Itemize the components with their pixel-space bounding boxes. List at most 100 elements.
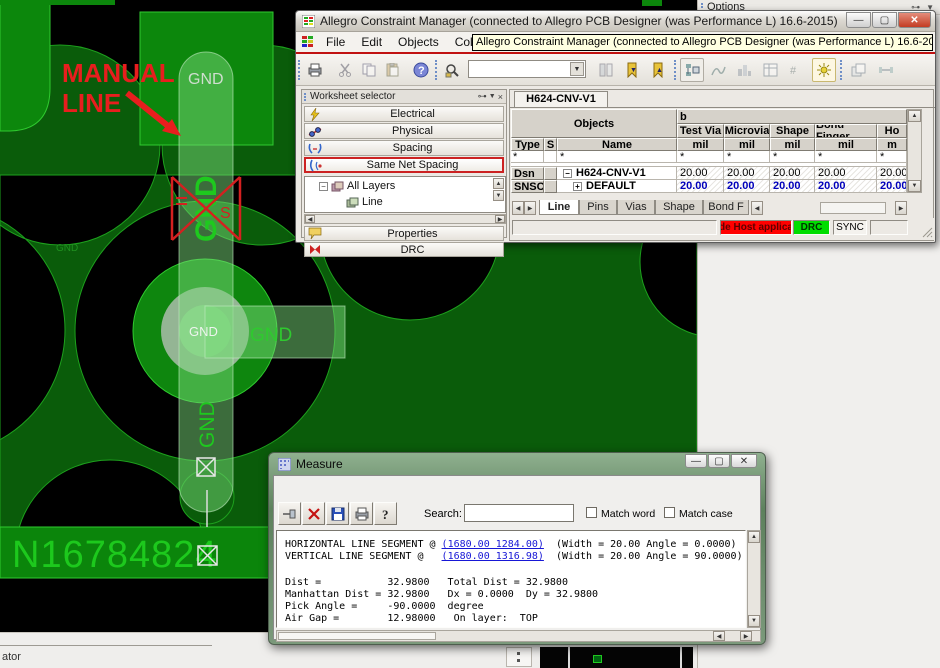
toolbar-grip[interactable]	[840, 60, 843, 80]
filter-cell[interactable]	[544, 151, 557, 163]
menu-file[interactable]: File	[318, 33, 353, 51]
value-cell[interactable]: 20.00	[815, 180, 877, 193]
tree-node-line[interactable]: Line	[343, 196, 383, 208]
value-cell[interactable]: 20.00	[770, 167, 815, 180]
close-icon[interactable]: ×	[498, 92, 503, 102]
audit-icon[interactable]	[732, 58, 756, 82]
tab-pins[interactable]: Pins	[579, 200, 617, 215]
table-vscrollbar[interactable]: ▲ ▼	[907, 109, 922, 193]
search-combo[interactable]: ▼	[468, 60, 586, 78]
chevron-down-icon[interactable]: ▼	[489, 93, 496, 100]
measure-restore-button[interactable]: ▢	[708, 454, 730, 468]
analyze-icon[interactable]	[706, 58, 730, 82]
coordinate-link[interactable]: (1680.00 1284.00)	[442, 539, 544, 550]
ws-item-electrical[interactable]: Electrical	[304, 106, 504, 122]
worksheet-selector-header[interactable]: Worksheet selector ⊶ ▼ ×	[302, 90, 506, 104]
filter-cell[interactable]: *	[677, 151, 724, 163]
bookmark-next-icon[interactable]: ▼	[620, 58, 644, 82]
combo-dropdown-icon[interactable]: ▼	[570, 62, 584, 76]
scroll-down-icon[interactable]: ▼	[908, 180, 921, 192]
measure-minimize-button[interactable]: —	[685, 454, 707, 468]
copy-icon[interactable]	[357, 58, 381, 82]
row-s-cell[interactable]	[544, 180, 557, 193]
ws-item-spacing[interactable]: Spacing	[304, 140, 504, 156]
sheet-tab-active[interactable]: H624-CNV-V1	[514, 91, 608, 107]
print-icon[interactable]	[303, 58, 327, 82]
col-header-shape[interactable]: Shape	[770, 124, 815, 138]
ws-item-physical[interactable]: Physical	[304, 123, 504, 139]
value-cell[interactable]: 20.00	[724, 180, 770, 193]
col-header-bond-finger[interactable]: Bond Finger	[815, 124, 877, 138]
scroll-left-icon[interactable]: ◀	[713, 631, 725, 641]
col-header-s[interactable]: S	[544, 138, 557, 151]
scroll-up-icon[interactable]: ▲	[748, 531, 760, 543]
value-cell[interactable]: 20.00	[877, 167, 907, 180]
row-type-cell[interactable]: Dsn	[511, 167, 544, 180]
tree-node-all-layers[interactable]: − All Layers	[319, 180, 395, 192]
paste-icon[interactable]	[381, 58, 405, 82]
toolbar-grip[interactable]	[298, 60, 301, 80]
tab-shape[interactable]: Shape	[655, 200, 703, 215]
value-cell[interactable]: 20.00	[877, 180, 907, 193]
toolbar-grip[interactable]	[435, 60, 438, 80]
tree-scroll-down-icon[interactable]: ▼	[493, 190, 504, 201]
cascade-icon[interactable]	[846, 58, 870, 82]
tab-vias[interactable]: Vias	[617, 200, 655, 215]
match-word-checkbox[interactable]	[586, 507, 597, 518]
find-icon[interactable]	[440, 58, 464, 82]
search-input[interactable]	[464, 504, 574, 522]
hscroll-thumb[interactable]	[278, 632, 436, 640]
column-filter-icon[interactable]	[594, 58, 618, 82]
col-header-objects[interactable]: Objects	[511, 109, 677, 138]
filter-cell[interactable]: *	[511, 151, 544, 163]
value-cell[interactable]: 20.00	[815, 167, 877, 180]
value-cell[interactable]: 20.00	[677, 167, 724, 180]
pad-top-left[interactable]	[0, 0, 50, 131]
col-header-name[interactable]: Name	[557, 138, 677, 151]
close-button[interactable]: ✕	[898, 12, 931, 28]
row-type-cell[interactable]: SNSC	[511, 180, 544, 193]
number-icon[interactable]: #	[784, 58, 808, 82]
cut-icon[interactable]	[333, 58, 357, 82]
col-header-group[interactable]: b	[677, 109, 907, 124]
menu-edit[interactable]: Edit	[353, 33, 390, 51]
menu-objects[interactable]: Objects	[390, 33, 447, 51]
filter-cell[interactable]: *	[877, 151, 907, 163]
minimize-button[interactable]: —	[846, 12, 871, 28]
col-header-test-via[interactable]: Test Via	[677, 124, 724, 138]
scroll-left-icon[interactable]: ◀	[305, 215, 315, 223]
row-name-cell[interactable]: + DEFAULT	[557, 180, 677, 193]
link-icon[interactable]	[874, 58, 898, 82]
value-cell[interactable]: 20.00	[677, 180, 724, 193]
value-cell[interactable]: 20.00	[770, 180, 815, 193]
col-header-type[interactable]: Type	[511, 138, 544, 151]
scroll-down-icon[interactable]: ▼	[748, 615, 760, 627]
highlight-icon[interactable]	[812, 58, 836, 82]
tree-hscrollbar[interactable]: ◀ ▶	[304, 214, 506, 224]
scroll-fragment[interactable]	[506, 647, 532, 667]
panel-grip[interactable]	[304, 93, 306, 101]
tabs-scroll-far-right-icon[interactable]: ▶	[895, 201, 907, 215]
collapse-icon[interactable]: −	[563, 169, 572, 178]
measure-close-button[interactable]: ✕	[731, 454, 757, 468]
filter-cell[interactable]: *	[770, 151, 815, 163]
save-icon[interactable]	[326, 502, 349, 525]
maximize-button[interactable]: ▢	[872, 12, 897, 28]
tree-scroll-up-icon[interactable]: ▲	[493, 178, 504, 189]
measure-titlebar[interactable]: Measure — ▢ ✕	[269, 453, 765, 475]
row-s-cell[interactable]	[544, 167, 557, 180]
filter-cell[interactable]: *	[557, 151, 677, 163]
ws-item-same-net-spacing[interactable]: Same Net Spacing	[304, 157, 504, 173]
resize-grip[interactable]	[921, 226, 933, 238]
pin-tool-icon[interactable]	[278, 502, 301, 525]
tree-expand-icon[interactable]: −	[319, 182, 328, 191]
tabs-hscroll-thumb[interactable]	[820, 202, 886, 214]
col-header-microvia[interactable]: Microvia	[724, 124, 770, 138]
measure-report[interactable]: HORIZONTAL LINE SEGMENT @ (1680.00 1284.…	[276, 530, 746, 628]
help-icon[interactable]: ?	[409, 58, 433, 82]
value-cell[interactable]: 20.00	[724, 167, 770, 180]
tab-line[interactable]: Line	[539, 200, 579, 215]
tabs-scroll-right-icon[interactable]: ▶	[524, 201, 536, 215]
measure-vscrollbar[interactable]: ▲ ▼	[747, 530, 761, 628]
coordinate-link[interactable]: (1680.00 1316.98)	[442, 551, 544, 562]
